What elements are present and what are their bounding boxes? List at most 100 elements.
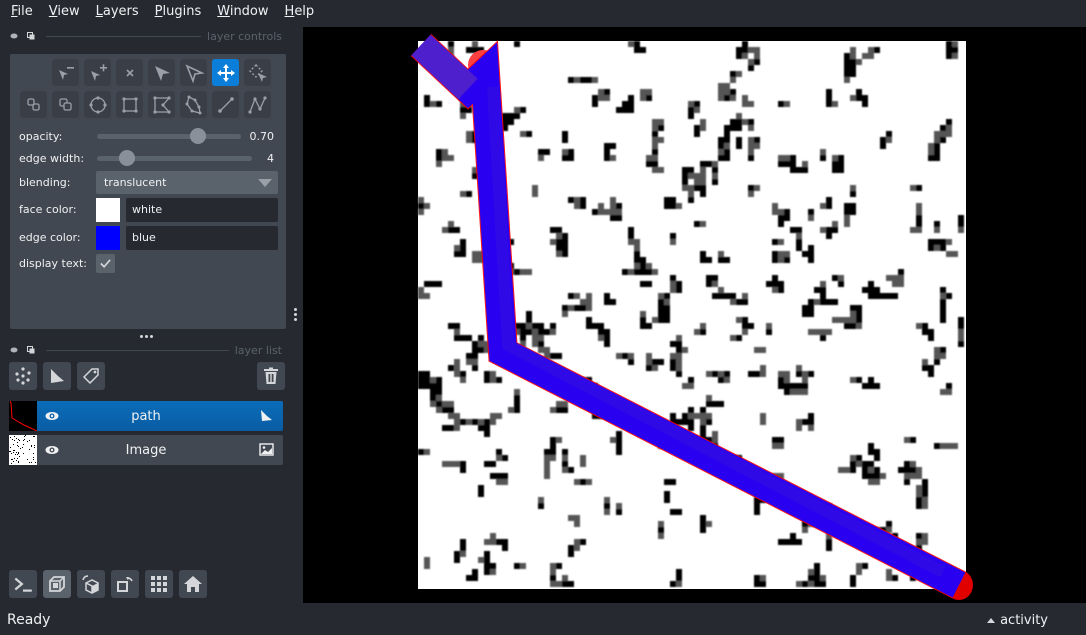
image-pixel: [712, 401, 718, 407]
face-color-swatch[interactable]: [96, 198, 120, 222]
opacity-slider-handle[interactable]: [189, 128, 206, 144]
image-pixel: [856, 455, 862, 461]
image-pixel: [670, 281, 676, 287]
image-pixel: [754, 347, 760, 353]
image-pixel: [550, 353, 556, 359]
image-pixel: [472, 41, 478, 47]
add-polygon-lasso-button[interactable]: [180, 91, 207, 118]
image-pixel: [706, 419, 712, 425]
toggle-ndisplay-button[interactable]: [43, 570, 71, 598]
new-shapes-layer-button[interactable]: [43, 362, 71, 390]
image-pixel: [424, 557, 430, 563]
menu-file[interactable]: File: [3, 1, 41, 23]
image-pixel: [742, 119, 748, 125]
grid-view-button[interactable]: [145, 570, 173, 598]
add-polygon-button[interactable]: [148, 91, 175, 118]
reset-view-button[interactable]: [179, 570, 207, 598]
image-pixel: [760, 581, 766, 587]
opacity-slider[interactable]: [97, 134, 241, 139]
image-pixel: [676, 347, 682, 353]
image-pixel: [688, 197, 694, 203]
image-pixel: [928, 143, 934, 149]
image-pixel: [802, 383, 808, 389]
menu-window[interactable]: Window: [209, 1, 276, 23]
menu-bar: File View Layers Plugins Window Help: [0, 0, 1086, 24]
image-pixel: [700, 257, 706, 263]
image-pixel: [868, 287, 874, 293]
image-pixel: [466, 335, 472, 341]
select-region-button[interactable]: [244, 59, 271, 86]
close-dock-icon[interactable]: [27, 346, 35, 354]
image-pixel: [706, 257, 712, 263]
image-pixel: [784, 161, 790, 167]
display-text-label: display text:: [19, 257, 87, 270]
image-pixel: [682, 167, 688, 173]
image-pixel: [664, 299, 670, 305]
image-pixel: [532, 341, 538, 347]
menu-view[interactable]: View: [41, 1, 88, 23]
display-text-checkbox[interactable]: [96, 254, 115, 273]
image-pixel: [922, 329, 928, 335]
blending-select[interactable]: translucent: [96, 171, 278, 194]
direct-select-button[interactable]: [180, 59, 207, 86]
image-pixel: [592, 101, 598, 107]
image-pixel: [862, 383, 868, 389]
image-pixel: [628, 227, 634, 233]
edge-width-slider-handle[interactable]: [118, 150, 135, 166]
image-pixel: [742, 299, 748, 305]
image-pixel: [466, 131, 472, 137]
float-dock-icon[interactable]: [10, 346, 18, 354]
roll-dimensions-button[interactable]: [77, 570, 105, 598]
select-shape-button[interactable]: [148, 59, 175, 86]
transpose-dimensions-button[interactable]: [111, 570, 139, 598]
face-color-input[interactable]: white: [126, 198, 278, 222]
image-pixel: [688, 407, 694, 413]
image-pixel: [442, 149, 448, 155]
image-pixel: [418, 209, 424, 215]
image-pixel: [670, 341, 676, 347]
new-labels-layer-button[interactable]: [77, 362, 105, 390]
move-back-button[interactable]: [20, 91, 47, 118]
close-dock-icon[interactable]: [27, 32, 35, 40]
edge-color-swatch[interactable]: [96, 226, 120, 250]
image-pixel: [946, 125, 952, 131]
dock-resize-handle[interactable]: [140, 335, 153, 338]
blending-label: blending:: [19, 176, 71, 189]
remove-vertex-button[interactable]: [52, 59, 79, 86]
menu-layers[interactable]: Layers: [88, 1, 147, 23]
image-pixel: [658, 527, 664, 533]
pan-zoom-button[interactable]: [212, 59, 239, 86]
image-pixel: [820, 227, 826, 233]
image-pixel: [874, 455, 880, 461]
move-front-button[interactable]: [52, 91, 79, 118]
menu-plugins[interactable]: Plugins: [147, 1, 210, 23]
image-pixel: [574, 203, 580, 209]
delete-shape-button[interactable]: [116, 59, 143, 86]
add-line-button[interactable]: [212, 91, 239, 118]
image-pixel: [496, 449, 502, 455]
float-dock-icon[interactable]: [10, 32, 18, 40]
image-pixel: [622, 269, 628, 275]
image-pixel: [640, 47, 646, 53]
viewer-canvas[interactable]: [303, 27, 1086, 603]
image-pixel: [586, 317, 592, 323]
add-vertex-button[interactable]: [84, 59, 111, 86]
edge-color-input[interactable]: blue: [126, 226, 278, 250]
activity-button[interactable]: activity: [987, 613, 1048, 628]
menu-help[interactable]: Help: [277, 1, 323, 23]
image-pixel: [772, 257, 778, 263]
console-button[interactable]: [9, 570, 37, 598]
image-pixel: [916, 203, 922, 209]
image-pixel: [712, 431, 718, 437]
panel-resize-handle[interactable]: [294, 308, 297, 321]
add-rectangle-button[interactable]: [116, 91, 143, 118]
layer-row-image[interactable]: Image: [9, 435, 283, 465]
add-ellipse-button[interactable]: [84, 91, 111, 118]
new-points-layer-button[interactable]: [9, 362, 37, 390]
image-pixel: [562, 581, 568, 587]
add-path-button[interactable]: [244, 91, 271, 118]
image-pixel: [604, 293, 610, 299]
image-pixel: [862, 461, 868, 467]
delete-layer-button[interactable]: [257, 362, 285, 390]
layer-row-path[interactable]: path: [9, 401, 283, 431]
